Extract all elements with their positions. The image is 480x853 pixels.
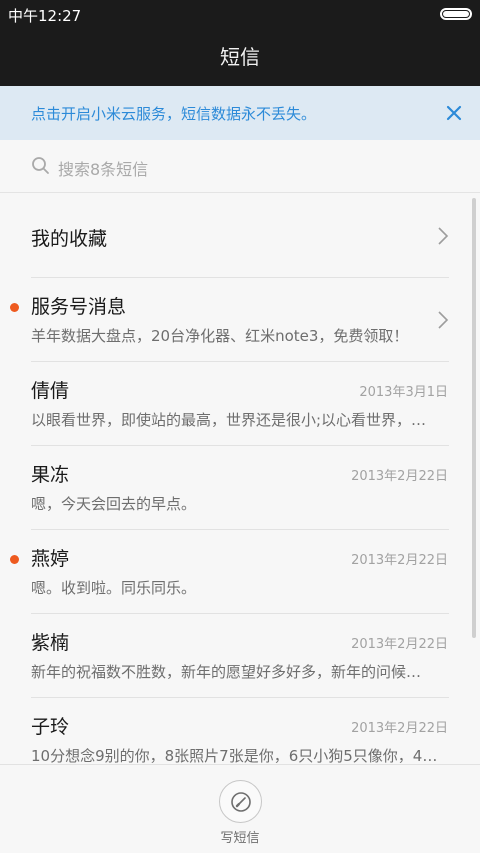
conversation-row[interactable]: 果冻 2013年2月22日 嗯，今天会回去的早点。 xyxy=(0,446,480,530)
search-placeholder[interactable]: 搜索8条短信 xyxy=(58,156,148,180)
message-preview: 羊年数据大盘点，20台净化器、红米note3，免费领取！ xyxy=(31,327,409,345)
status-time: 中午12:27 xyxy=(8,7,82,25)
page-title: 短信 xyxy=(220,45,260,69)
close-icon[interactable] xyxy=(442,101,466,125)
compose-label[interactable]: 写短信 xyxy=(0,827,480,846)
message-preview: 新年的祝福数不胜数，新年的愿望好多好多，新年的问候… xyxy=(31,663,422,681)
message-date: 2013年3月1日 xyxy=(359,385,448,400)
compose-button[interactable] xyxy=(219,780,262,823)
conversation-row[interactable]: 紫楠 2013年2月22日 新年的祝福数不胜数，新年的愿望好多好多，新年的问候… xyxy=(0,614,480,698)
contact-name: 服务号消息 xyxy=(31,296,127,318)
conversation-row[interactable]: 燕婷 2013年2月22日 嗯。收到啦。同乐同乐。 xyxy=(0,530,480,614)
battery-icon xyxy=(440,8,472,20)
conversation-row[interactable]: 服务号消息 羊年数据大盘点，20台净化器、红米note3，免费领取！ xyxy=(0,278,480,362)
search-bar[interactable]: 搜索8条短信 xyxy=(0,140,480,193)
cloud-service-banner[interactable]: 点击开启小米云服务，短信数据永不丢失。 xyxy=(0,86,480,140)
chevron-right-icon xyxy=(436,310,450,330)
chevron-right-icon xyxy=(436,226,450,246)
contact-name: 果冻 xyxy=(31,464,70,486)
conversation-row[interactable]: 子玲 2013年2月22日 10分想念9别的你，8张照片7张是你，6只小狗5只像… xyxy=(0,698,480,764)
message-preview: 嗯，今天会回去的早点。 xyxy=(31,495,197,513)
contact-name: 倩倩 xyxy=(31,380,70,402)
status-bar: 中午12:27 xyxy=(0,0,480,28)
message-preview: 以眼看世界，即使站的最高，世界还是很小;以心看世界，… xyxy=(31,411,427,429)
scrollbar[interactable] xyxy=(472,198,476,638)
bottom-bar: 写短信 xyxy=(0,764,480,853)
banner-text[interactable]: 点击开启小米云服务，短信数据永不丢失。 xyxy=(31,103,316,124)
conversation-row[interactable]: 倩倩 2013年3月1日 以眼看世界，即使站的最高，世界还是很小;以心看世界，… xyxy=(0,362,480,446)
search-icon xyxy=(31,156,51,176)
compose-icon xyxy=(231,792,251,812)
favorites-label: 我的收藏 xyxy=(31,228,108,250)
favorites-row[interactable]: 我的收藏 xyxy=(0,194,480,278)
message-date: 2013年2月22日 xyxy=(351,721,448,736)
message-date: 2013年2月22日 xyxy=(351,553,448,568)
contact-name: 子玲 xyxy=(31,716,70,738)
title-bar: 短信 xyxy=(0,28,480,86)
conversation-list: 我的收藏 服务号消息 羊年数据大盘点，20台净化器、红米note3，免费领取！ … xyxy=(0,194,480,764)
unread-dot xyxy=(10,555,19,564)
unread-dot xyxy=(10,303,19,312)
contact-name: 燕婷 xyxy=(31,548,70,570)
message-date: 2013年2月22日 xyxy=(351,637,448,652)
message-preview: 嗯。收到啦。同乐同乐。 xyxy=(31,579,197,597)
message-date: 2013年2月22日 xyxy=(351,469,448,484)
contact-name: 紫楠 xyxy=(31,632,70,654)
message-preview: 10分想念9别的你，8张照片7张是你，6只小狗5只像你，4… xyxy=(31,747,438,764)
